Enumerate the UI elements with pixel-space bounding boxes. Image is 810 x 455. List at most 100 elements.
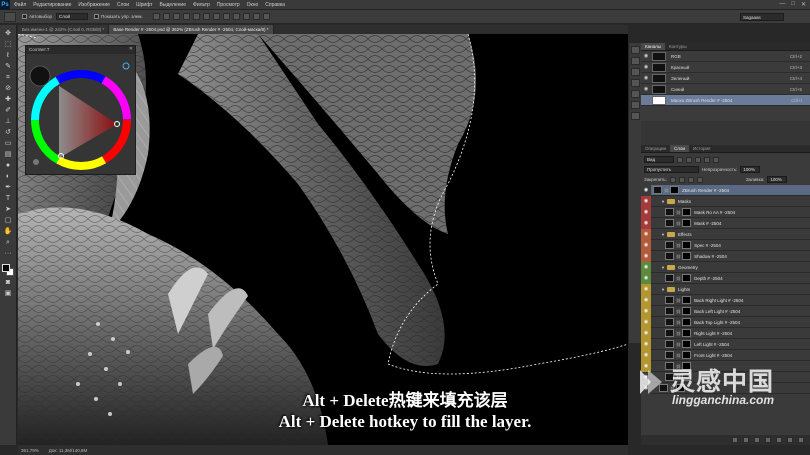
layer-mask-thumbnail[interactable] — [682, 329, 692, 337]
character-icon[interactable] — [630, 90, 640, 98]
workspace-select[interactable]: Sagaaas — [740, 13, 784, 21]
new-layer-icon[interactable] — [787, 437, 793, 443]
link-icon[interactable]: ⛓ — [676, 254, 681, 259]
more-tools-icon[interactable]: ··· — [3, 249, 14, 258]
layer-visibility[interactable]: ◉ — [641, 305, 651, 317]
channel-row[interactable]: ◉ Синий Ctrl+5 — [641, 84, 810, 95]
adjustment-layer-icon[interactable] — [765, 437, 771, 443]
marquee-tool-icon[interactable]: ⬚ — [3, 40, 14, 49]
lasso-tool-icon[interactable]: ℓ — [3, 51, 14, 60]
layer-row[interactable]: ◉ ⛓ Back Right Light # -2504 — [641, 294, 810, 306]
link-icon[interactable]: ⛓ — [676, 342, 681, 347]
eye-icon[interactable]: ◉ — [644, 319, 648, 325]
eye-icon[interactable]: ◉ — [644, 209, 648, 215]
menu-view[interactable]: Просмотр — [217, 2, 240, 8]
swatches-icon[interactable] — [630, 112, 640, 120]
layer-visibility[interactable]: ◉ — [641, 272, 651, 284]
channel-row[interactable]: ◉ RGB Ctrl+2 — [641, 51, 810, 62]
layer-mask-thumbnail[interactable] — [682, 241, 692, 249]
layer-group-row[interactable]: ◉ ▼ Masks — [641, 195, 810, 207]
tab-channels[interactable]: Каналы — [641, 43, 665, 50]
menu-image[interactable]: Изображение — [78, 2, 110, 8]
properties-icon[interactable] — [630, 57, 640, 65]
distribute-right-icon[interactable] — [262, 13, 270, 20]
layer-visibility[interactable]: ◉ — [641, 185, 651, 196]
history-icon[interactable] — [630, 46, 640, 54]
link-icon[interactable]: ⛓ — [676, 243, 681, 248]
fill-input[interactable]: 100% — [767, 176, 788, 183]
layer-row[interactable]: ◉ ⛓ Front Light # -2504 — [641, 349, 810, 361]
align-left-icon[interactable] — [182, 13, 190, 20]
layer-mask-thumbnail[interactable] — [682, 307, 692, 315]
stamp-tool-icon[interactable]: ⊥ — [3, 117, 14, 126]
eye-icon[interactable]: ◉ — [644, 198, 648, 204]
layer-visibility[interactable]: ◉ — [641, 217, 651, 229]
layer-row[interactable]: ◉ ⛓ ZBrush Render # -2504 — [641, 185, 810, 196]
lock-pixels-icon[interactable] — [678, 176, 685, 183]
filter-shape-icon[interactable] — [704, 156, 710, 163]
healing-tool-icon[interactable]: ✚ — [3, 95, 14, 104]
link-icon[interactable]: ⛓ — [676, 320, 681, 325]
lock-position-icon[interactable] — [687, 176, 694, 183]
layer-mask-thumbnail[interactable] — [682, 318, 692, 326]
blur-tool-icon[interactable]: ● — [3, 161, 14, 170]
eye-icon[interactable]: ◉ — [644, 231, 648, 237]
layer-visibility[interactable]: ◉ — [641, 261, 651, 273]
shape-tool-icon[interactable]: ▢ — [3, 216, 14, 225]
distribute-middle-icon[interactable] — [222, 13, 230, 20]
zoom-tool-icon[interactable]: ⌕ — [3, 238, 14, 247]
maximize-button[interactable]: □ — [791, 1, 795, 8]
filter-pixel-icon[interactable] — [677, 156, 683, 163]
layer-mask-thumbnail[interactable] — [682, 274, 692, 282]
type-tool-icon[interactable]: T — [3, 194, 14, 203]
autoselect-target-select[interactable]: Слой — [56, 13, 89, 20]
delete-layer-icon[interactable] — [798, 437, 804, 443]
quick-mask-icon[interactable]: ◙ — [3, 278, 14, 287]
link-icon[interactable]: ⛓ — [676, 298, 681, 303]
eye-icon[interactable]: ◉ — [644, 308, 648, 314]
menu-file[interactable]: Файл — [14, 2, 26, 8]
layer-mask-thumbnail[interactable] — [682, 219, 692, 227]
channel-row[interactable]: ◉ Зеленый Ctrl+4 — [641, 73, 810, 84]
expand-icon[interactable]: ▼ — [661, 265, 665, 270]
lock-all-icon[interactable] — [696, 176, 703, 183]
eye-icon[interactable]: ◉ — [644, 330, 648, 336]
layer-group-row[interactable]: ◉ ▼ Effects — [641, 228, 810, 240]
tab-layers[interactable]: Слои — [670, 145, 690, 152]
menu-select[interactable]: Выделение — [160, 2, 187, 8]
link-icon[interactable]: ⛓ — [676, 331, 681, 336]
layer-mask-thumbnail[interactable] — [670, 186, 680, 194]
layer-row[interactable]: ◉ ⛓ Depth # -2504 — [641, 272, 810, 284]
layer-visibility[interactable]: ◉ — [641, 316, 651, 328]
tab-base-render[interactable]: Base Render # -2504.psd @ 362% (ZBrush R… — [109, 25, 274, 34]
link-icon[interactable]: ⛓ — [664, 188, 669, 193]
layer-mask-thumbnail[interactable] — [682, 351, 692, 359]
align-middle-icon[interactable] — [162, 13, 170, 20]
layer-row[interactable]: ◉ ⛓ Mask # -2504 — [641, 217, 810, 229]
distribute-bottom-icon[interactable] — [232, 13, 240, 20]
link-layers-icon[interactable] — [732, 437, 738, 443]
new-group-icon[interactable] — [776, 437, 782, 443]
menu-window[interactable]: Окно — [247, 2, 259, 8]
eye-icon[interactable]: ◉ — [644, 286, 648, 292]
tab-actions[interactable]: Операции — [641, 145, 670, 152]
eye-icon[interactable]: ◉ — [644, 253, 648, 259]
move-tool-icon[interactable]: ✥ — [3, 29, 14, 38]
link-icon[interactable]: ⛓ — [676, 221, 681, 226]
hand-tool-icon[interactable]: ✋ — [3, 227, 14, 236]
layer-row[interactable]: ◉ ⛓ Right Light # -2504 — [641, 327, 810, 339]
autoselect-checkbox[interactable] — [22, 14, 27, 19]
layer-group-row[interactable]: ◉ ▼ Geometry — [641, 261, 810, 273]
layer-visibility[interactable]: ◉ — [641, 283, 651, 295]
eye-icon[interactable]: ◉ — [644, 297, 648, 303]
layer-row[interactable]: ◉ ⛓ Mask Ro AA # -2504 — [641, 206, 810, 218]
distribute-top-icon[interactable] — [212, 13, 220, 20]
screen-mode-icon[interactable]: ▣ — [3, 289, 14, 298]
layer-mask-thumbnail[interactable] — [682, 296, 692, 304]
layer-visibility[interactable]: ◉ — [641, 228, 651, 240]
distribute-center-icon[interactable] — [252, 13, 260, 20]
align-top-icon[interactable] — [152, 13, 160, 20]
eye-icon[interactable] — [643, 97, 649, 103]
close-button[interactable]: ✕ — [801, 1, 806, 8]
eyedropper-tool-icon[interactable]: ⊘ — [3, 84, 14, 93]
